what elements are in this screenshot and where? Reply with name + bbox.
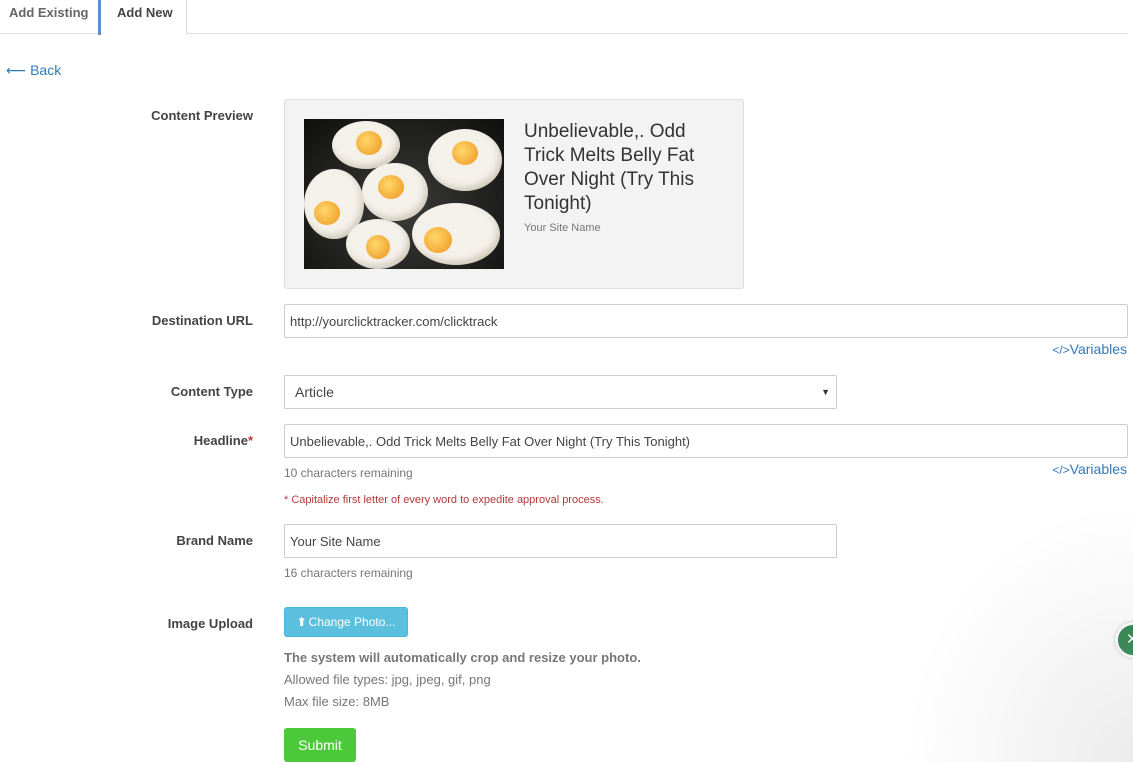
back-link[interactable]: ⟵ Back [6,62,61,79]
headline-variables-link[interactable]: </>Variables [1052,461,1127,477]
max-file-size: Max file size: 8MB [284,694,390,709]
brand-name-label: Brand Name [176,533,253,548]
brand-name-remaining: 16 characters remaining [284,566,413,580]
required-marker: * [247,433,253,448]
content-preview-card: Unbelievable,. Odd Trick Melts Belly Fat… [284,99,744,289]
destination-url-input[interactable] [284,304,1128,338]
preview-image [304,119,504,269]
preview-brand-name: Your Site Name [524,222,601,234]
content-preview-label: Content Preview [151,108,253,123]
content-type-label: Content Type [170,384,253,399]
back-arrow-icon: ⟵ [6,62,27,78]
back-label: Back [30,62,62,78]
tab-bar: Add Existing Add New [0,0,1128,35]
variables-label: Variables [1069,461,1127,477]
corner-shade [903,502,1133,762]
chevron-down-icon: ▼ [821,387,830,397]
close-icon[interactable]: ✕ [1115,622,1133,658]
tab-add-existing[interactable]: Add Existing [0,0,98,34]
code-icon: </> [1052,343,1070,357]
tab-add-new[interactable]: Add New [98,0,187,35]
headline-remaining: 10 characters remaining [284,466,413,480]
brand-name-input[interactable] [284,524,837,558]
upload-icon: ⬆ [296,615,307,629]
content-type-select[interactable]: Article ▼ [284,375,837,409]
code-icon: </> [1052,463,1070,477]
auto-crop-note: The system will automatically crop and r… [284,650,641,665]
content-type-value: Article [295,384,334,400]
image-upload-label: Image Upload [167,616,253,631]
headline-capitalize-warning: * Capitalize first letter of every word … [284,494,604,506]
preview-headline: Unbelievable,. Odd Trick Melts Belly Fat… [524,121,695,214]
allowed-file-types: Allowed file types: jpg, jpeg, gif, png [284,672,491,687]
destination-url-variables-link[interactable]: </>Variables [1052,341,1127,357]
change-photo-label: Change Photo... [308,615,396,629]
variables-label: Variables [1069,341,1127,357]
headline-label: Headline* [193,433,253,448]
destination-url-label: Destination URL [151,313,253,328]
change-photo-button[interactable]: ⬆ Change Photo... [284,607,408,637]
submit-button[interactable]: Submit [284,728,356,762]
headline-input[interactable] [284,424,1128,458]
